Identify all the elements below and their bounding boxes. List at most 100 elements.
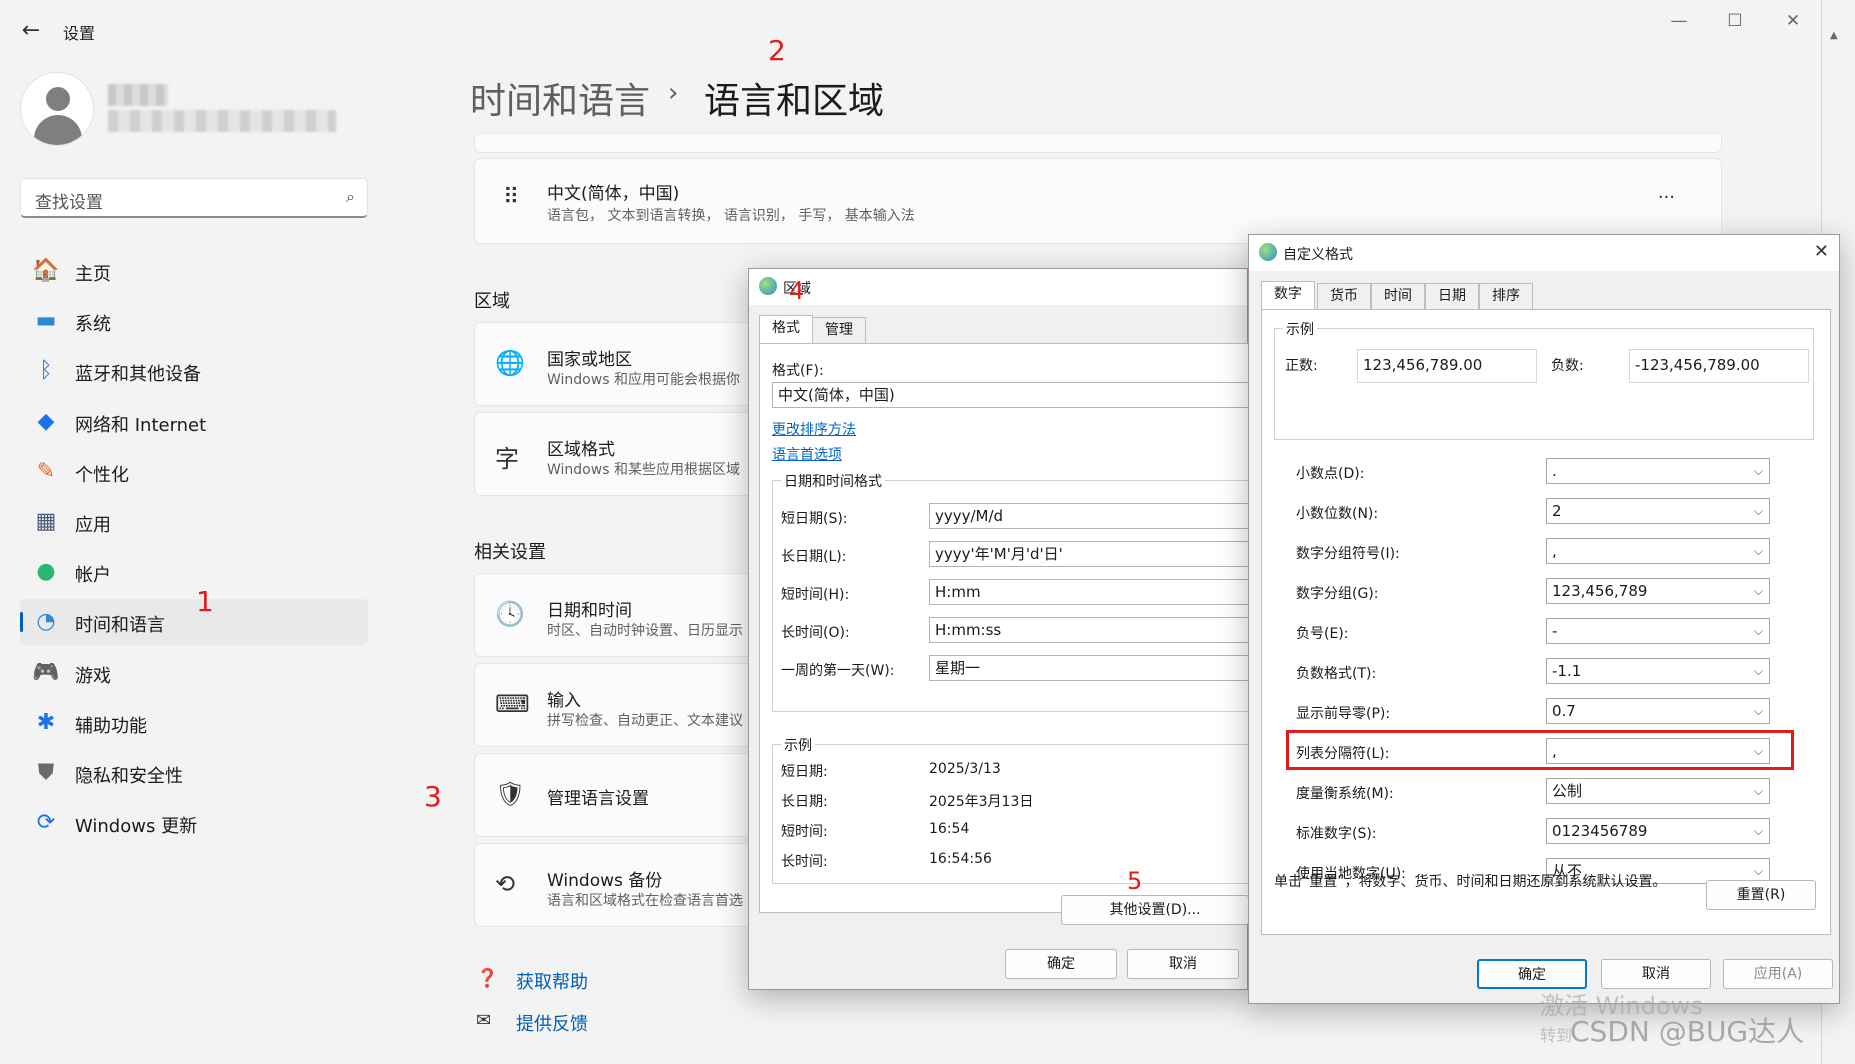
tab-4[interactable]: 排序 [1479, 283, 1533, 309]
reset-button[interactable]: 重置(R) [1706, 880, 1816, 910]
scroll-up-icon[interactable]: ▲ [1830, 30, 1840, 50]
sidebar-item-7[interactable]: ◔ 时间和语言 [20, 599, 368, 646]
sidebar-item-4[interactable]: ✎ 个性化 [20, 449, 368, 495]
setting-label-8: 度量衡系统(M): [1296, 786, 1394, 802]
tab-0[interactable]: 数字 [1261, 281, 1315, 309]
setting-combo-0[interactable]: . ⌵ [1546, 458, 1770, 484]
chevron-down-icon[interactable]: ⌵ [1754, 459, 1763, 483]
chevron-down-icon[interactable]: ⌵ [1754, 579, 1763, 603]
globe-custom-icon [1259, 243, 1277, 261]
feedback-icon: ✉ [476, 1010, 492, 1031]
setting-combo-9[interactable]: 0123456789 ⌵ [1546, 818, 1770, 844]
tab-2[interactable]: 时间 [1371, 283, 1425, 309]
setting-combo-3[interactable]: 123,456,789 ⌵ [1546, 578, 1770, 604]
drag-handle-icon[interactable]: ⠿ [503, 185, 519, 210]
custom-apply-button[interactable]: 应用(A) [1723, 959, 1833, 989]
setting-label-2: 数字分组符号(I): [1296, 546, 1400, 562]
chevron-down-icon[interactable]: ⌵ [1754, 539, 1763, 563]
region-card-subtitle: Windows 和应用可能会根据你 [547, 372, 740, 388]
tab-1[interactable]: 货币 [1317, 283, 1371, 309]
sidebar-item-8[interactable]: 🎮 游戏 [20, 650, 368, 696]
region-cancel-button[interactable]: 取消 [1127, 949, 1239, 979]
datetime-label-2: 短时间(H): [781, 587, 850, 603]
bluetooth-icon: ᛒ [39, 358, 53, 384]
region-ok-button[interactable]: 确定 [1005, 949, 1117, 979]
datetime-value-2[interactable]: H:mm [929, 579, 1259, 605]
region-card-title: 国家或地区 [547, 350, 632, 370]
sidebar-item-11[interactable]: ⟳ Windows 更新 [20, 800, 368, 846]
keyboard-icon: ⌨ [495, 690, 530, 718]
close-icon[interactable]: ✕ [1768, 6, 1818, 36]
sidebar-item-10[interactable]: ⛊ 隐私和安全性 [20, 750, 368, 796]
language-admin-icon: 🛡 [495, 780, 526, 808]
help-link-0[interactable]: 获取帮助 [516, 968, 588, 994]
datetime-value-3[interactable]: H:mm:ss [929, 617, 1259, 643]
example-box: 示例 正数: 123,456,789.00 负数: -123,456,789.0… [1274, 319, 1814, 440]
sidebar-item-6[interactable]: ● 帐户 [20, 549, 368, 595]
tab-manage[interactable]: 管理 [812, 317, 866, 343]
tab-3[interactable]: 日期 [1425, 283, 1479, 309]
sidebar-item-3[interactable]: ◆ 网络和 Internet [20, 399, 368, 445]
sidebar-item-0[interactable]: 🏠 主页 [20, 248, 368, 294]
globe-icon: 🌐 [495, 349, 525, 377]
setting-combo-8[interactable]: 公制 ⌵ [1546, 778, 1770, 804]
datetime-value-4[interactable]: 星期一 [929, 655, 1259, 681]
highlight-box [1286, 730, 1794, 770]
setting-combo-1[interactable]: 2 ⌵ [1546, 498, 1770, 524]
example-value-2: 16:54 [929, 821, 970, 837]
apps-icon: ▦ [35, 509, 57, 534]
more-settings-button[interactable]: 其他设置(D)... [1061, 895, 1249, 925]
datetime-value-0[interactable]: yyyy/M/d [929, 503, 1259, 529]
example-box-label: 示例 [1283, 319, 1317, 339]
activate-windows-sub: 转到 [1540, 1026, 1573, 1045]
language-card[interactable]: ⠿ 中文(简体，中国) 语言包， 文本到语言转换， 语言识别， 手写， 基本输入… [474, 158, 1722, 244]
format-select[interactable]: 中文(简体，中国) [772, 382, 1252, 408]
language-subtitle: 语言包， 文本到语言转换， 语言识别， 手写， 基本输入法 [547, 208, 915, 224]
tab-format[interactable]: 格式 [759, 315, 813, 343]
region-card-title: 区域格式 [547, 440, 615, 460]
chevron-down-icon[interactable]: ⌵ [1754, 699, 1763, 723]
chevron-down-icon[interactable]: ⌵ [1754, 659, 1763, 683]
help-link-1[interactable]: 提供反馈 [516, 1010, 588, 1036]
related-card-title: 输入 [547, 691, 581, 711]
setting-value: - [1552, 622, 1558, 640]
sidebar-item-5[interactable]: ▦ 应用 [20, 499, 368, 545]
custom-dialog-title: 自定义格式 [1283, 247, 1353, 263]
custom-cancel-button[interactable]: 取消 [1601, 959, 1711, 989]
setting-combo-2[interactable]: , ⌵ [1546, 538, 1770, 564]
setting-value: 0.7 [1552, 702, 1576, 720]
search-icon[interactable]: ⌕ [346, 187, 355, 207]
minimize-icon[interactable]: — [1654, 6, 1704, 36]
sidebar-item-1[interactable]: ▬ 系统 [20, 298, 368, 344]
setting-combo-4[interactable]: - ⌵ [1546, 618, 1770, 644]
back-arrow-icon[interactable]: ← [14, 14, 48, 48]
example-value-3: 16:54:56 [929, 851, 992, 867]
datetime-value-1[interactable]: yyyy'年'M'月'd'日' [929, 541, 1259, 567]
shield-icon: ⛊ [37, 760, 55, 785]
maximize-icon[interactable]: ☐ [1710, 6, 1760, 36]
example-group: 示例 短日期: 2025/3/13 长日期: 2025年3月13日 短时间: 16:54 长… [772, 735, 1252, 884]
csdn-watermark: CSDN @BUG达人 [1570, 1015, 1805, 1048]
more-options-icon[interactable]: ··· [1658, 187, 1675, 208]
datetime-label-3: 长时间(O): [781, 625, 850, 641]
sidebar-item-2[interactable]: ᛒ 蓝牙和其他设备 [20, 348, 368, 394]
related-card-subtitle: 拼写检查、自动更正、文本建议 [547, 713, 743, 729]
sidebar-item-9[interactable]: ✱ 辅助功能 [20, 700, 368, 746]
link-language-prefs[interactable]: 语言首选项 [772, 444, 842, 464]
close-icon[interactable]: ✕ [1814, 241, 1829, 262]
chevron-down-icon[interactable]: ⌵ [1754, 499, 1763, 523]
setting-combo-5[interactable]: -1.1 ⌵ [1546, 658, 1770, 684]
blurred-email [108, 110, 336, 132]
custom-ok-button[interactable]: 确定 [1477, 959, 1587, 989]
user-avatar-icon[interactable] [20, 72, 94, 146]
sidebar-item-label: 个性化 [75, 464, 129, 486]
chevron-down-icon[interactable]: ⌵ [1754, 619, 1763, 643]
example-label-1: 长日期: [781, 794, 828, 810]
app-title: 设置 [63, 24, 96, 43]
chevron-down-icon[interactable]: ⌵ [1754, 819, 1763, 843]
search-input[interactable]: 查找设置 ⌕ [20, 178, 368, 218]
breadcrumb-parent[interactable]: 时间和语言 [470, 72, 650, 124]
link-change-sort[interactable]: 更改排序方法 [772, 419, 856, 439]
setting-combo-6[interactable]: 0.7 ⌵ [1546, 698, 1770, 724]
chevron-down-icon[interactable]: ⌵ [1754, 779, 1763, 803]
